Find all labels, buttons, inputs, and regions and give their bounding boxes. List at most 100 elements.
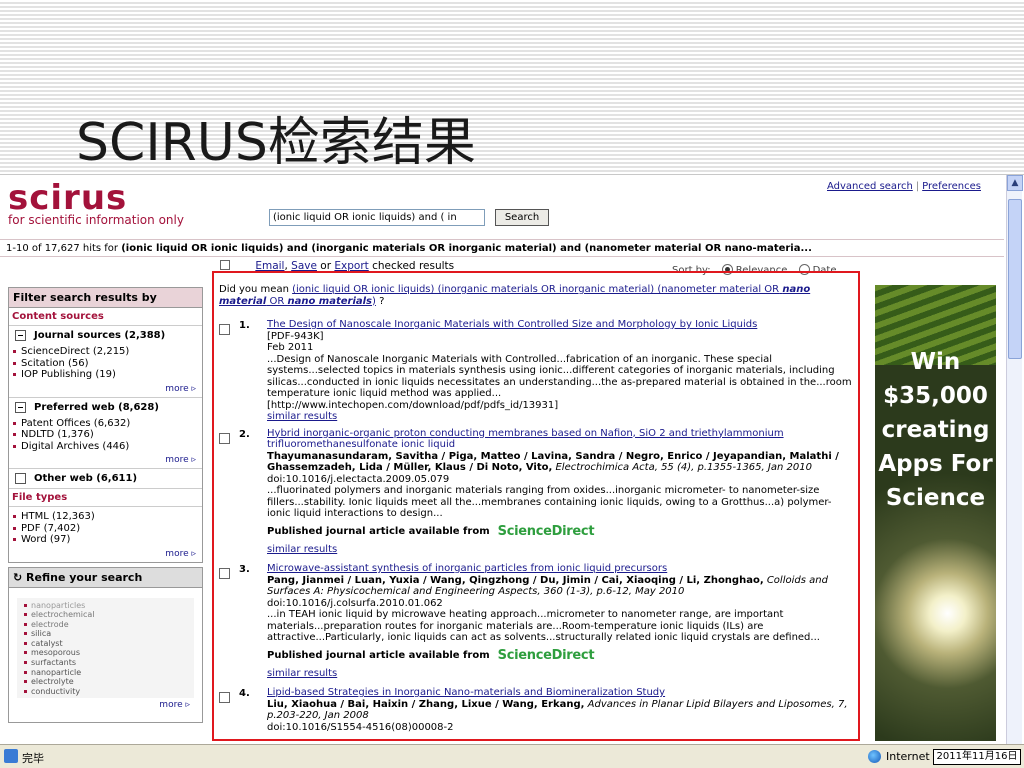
scirus-logo[interactable]: scirus for scientific information only — [8, 181, 184, 227]
content-sources-heading: Content sources — [9, 308, 202, 326]
refresh-icon: ↻ — [13, 570, 27, 584]
refine-cloud: nanoparticles electrochemical electrode … — [17, 597, 194, 710]
vertical-scrollbar[interactable]: ▲ — [1006, 175, 1023, 744]
published-row: Published journal article available from… — [267, 648, 853, 663]
more-link[interactable]: more ▹ — [15, 384, 196, 394]
published-row: Published journal article available from… — [267, 524, 853, 539]
page-icon — [4, 749, 18, 763]
file-types-group: HTML (12,363) PDF (7,402) Word (97) more… — [9, 507, 202, 562]
hits-summary: 1-10 of 17,627 hits for (ionic liquid OR… — [0, 239, 1004, 257]
refine-term[interactable]: catalyst — [24, 639, 190, 649]
top-links: Advanced search | Preferences — [827, 181, 981, 192]
filter-item[interactable]: Patent Offices (6,632) — [13, 418, 196, 430]
advertisement-banner[interactable]: Win $35,000 creating Apps For Science — [875, 285, 996, 741]
refine-term[interactable]: conductivity — [24, 687, 190, 697]
result-checkbox[interactable] — [219, 568, 230, 579]
suggestion-part: nano materials — [287, 295, 373, 307]
collapse-icon[interactable] — [15, 401, 26, 413]
ad-line: Science — [885, 485, 986, 511]
result-title-link[interactable]: Microwave-assistant synthesis of inorgan… — [267, 563, 853, 575]
status-text: 完毕 — [22, 752, 44, 765]
expand-icon[interactable] — [15, 473, 26, 484]
refine-term[interactable]: mesoporous — [24, 648, 190, 658]
advanced-search-link[interactable]: Advanced search — [827, 181, 913, 192]
result-item-2: 2. Hybrid inorganic-organic proton condu… — [219, 428, 853, 556]
result-url: [http://www.intechopen.com/download/pdf/… — [267, 399, 559, 411]
did-you-mean-label: Did you mean — [219, 284, 293, 295]
collapse-icon[interactable] — [15, 330, 26, 341]
result-checkbox[interactable] — [219, 692, 230, 703]
filter-sidebar: Filter search results by Content sources… — [8, 287, 203, 723]
result-number: 3. — [239, 564, 250, 575]
search-button[interactable]: Search — [495, 209, 549, 226]
sciencedirect-logo[interactable]: ScienceDirect — [498, 648, 595, 663]
browser-viewport: scirus for scientific information only A… — [0, 174, 1024, 744]
scroll-up-icon[interactable]: ▲ — [1007, 175, 1023, 191]
globe-icon — [868, 750, 881, 763]
result-item-1: 1. The Design of Nanoscale Inorganic Mat… — [219, 319, 853, 423]
search-input[interactable]: (ionic liquid OR ionic liquids) and ( in — [269, 209, 485, 226]
result-title-link[interactable]: Hybrid inorganic-organic proton conducti… — [267, 428, 853, 440]
result-title-cont[interactable]: trifluoromethanesulfonate ionic liquid — [267, 439, 853, 451]
hits-count: 1-10 of 17,627 hits for — [6, 243, 122, 254]
did-you-mean-link[interactable]: (ionic liquid OR ionic liquids) (inorgan… — [219, 284, 810, 307]
ad-line: creating — [881, 417, 990, 443]
filter-item[interactable]: Word (97) — [13, 534, 196, 546]
more-link[interactable]: more ▹ — [15, 455, 196, 465]
filter-item[interactable]: Digital Archives (446) — [13, 441, 196, 453]
result-doi: doi:10.1016/S1554-4516(08)00008-2 — [267, 721, 454, 733]
refine-term[interactable]: surfactants — [24, 658, 190, 668]
result-number: 2. — [239, 428, 250, 440]
results-list: Did you mean (ionic liquid OR ionic liqu… — [219, 284, 853, 733]
scroll-thumb[interactable] — [1008, 199, 1022, 359]
filter-item[interactable]: IOP Publishing (19) — [13, 369, 196, 381]
result-title-link[interactable]: Lipid-based Strategies in Inorganic Nano… — [267, 687, 853, 699]
filter-panel: Content sources Journal sources (2,388) … — [8, 308, 203, 563]
filter-item[interactable]: HTML (12,363) — [13, 511, 196, 523]
similar-results-link[interactable]: similar results — [267, 668, 853, 680]
result-doi: doi:10.1016/j.electacta.2009.05.079 — [267, 473, 450, 485]
published-label: Published journal article available from — [267, 525, 490, 537]
suggestion-part: (ionic liquid OR ionic liquids) (inorgan… — [292, 284, 780, 295]
did-you-mean: Did you mean (ionic liquid OR ionic liqu… — [219, 284, 853, 307]
group-title[interactable]: Journal sources (2,388) — [34, 330, 165, 341]
select-all-checkbox[interactable] — [220, 260, 230, 270]
logo-tagline: for scientific information only — [8, 213, 184, 227]
similar-results-link[interactable]: similar results — [267, 411, 853, 423]
refine-panel: nanoparticles electrochemical electrode … — [8, 587, 203, 723]
filter-item[interactable]: PDF (7,402) — [13, 523, 196, 535]
sciencedirect-logo[interactable]: ScienceDirect — [498, 524, 595, 539]
refine-term[interactable]: electrolyte — [24, 677, 190, 687]
refine-heading[interactable]: ↻ Refine your search — [8, 566, 203, 588]
result-format: [PDF-943K] — [267, 330, 324, 342]
refine-term[interactable]: electrode — [24, 620, 190, 630]
refine-term[interactable]: silica — [24, 629, 190, 639]
ad-text: Win $35,000 creating Apps For Science — [875, 345, 996, 515]
filter-item[interactable]: ScienceDirect (2,215) — [13, 346, 196, 358]
refine-term[interactable]: nanoparticles — [24, 601, 190, 611]
result-checkbox[interactable] — [219, 432, 230, 444]
ad-line: Win — [910, 349, 961, 375]
result-title-link[interactable]: The Design of Nanoscale Inorganic Materi… — [267, 319, 853, 331]
similar-results-link[interactable]: similar results — [267, 544, 853, 556]
filter-item[interactable]: NDLTD (1,376) — [13, 429, 196, 441]
journal-sources-group: Journal sources (2,388) ScienceDirect (2… — [9, 326, 202, 398]
preferences-link[interactable]: Preferences — [922, 181, 981, 192]
result-item-4: 4. Lipid-based Strategies in Inorganic N… — [219, 687, 853, 733]
result-authors: Liu, Xiaohua / Bai, Haixin / Zhang, Lixu… — [267, 698, 585, 710]
filter-item[interactable]: Scitation (56) — [13, 358, 196, 370]
result-authors: Pang, Jianmei / Luan, Yuxia / Wang, Qing… — [267, 574, 764, 586]
result-source: Electrochimica Acta, 55 (4), p.1355-1365… — [555, 462, 812, 473]
group-title[interactable]: Preferred web (8,628) — [34, 402, 159, 413]
more-link[interactable]: more ▹ — [15, 549, 196, 559]
hits-query: (ionic liquid OR ionic liquids) and (ino… — [121, 243, 812, 254]
more-link[interactable]: more ▹ — [31, 700, 190, 710]
refine-term[interactable]: nanoparticle — [24, 668, 190, 678]
preferred-web-group: Preferred web (8,628) Patent Offices (6,… — [9, 398, 202, 469]
slide-title: SCIRUS检索结果 — [76, 113, 476, 173]
result-checkbox[interactable] — [219, 324, 230, 335]
refine-term[interactable]: electrochemical — [24, 610, 190, 620]
published-label: Published journal article available from — [267, 649, 490, 661]
ad-line: $35,000 — [883, 383, 988, 409]
group-title[interactable]: Other web (6,611) — [34, 473, 137, 484]
